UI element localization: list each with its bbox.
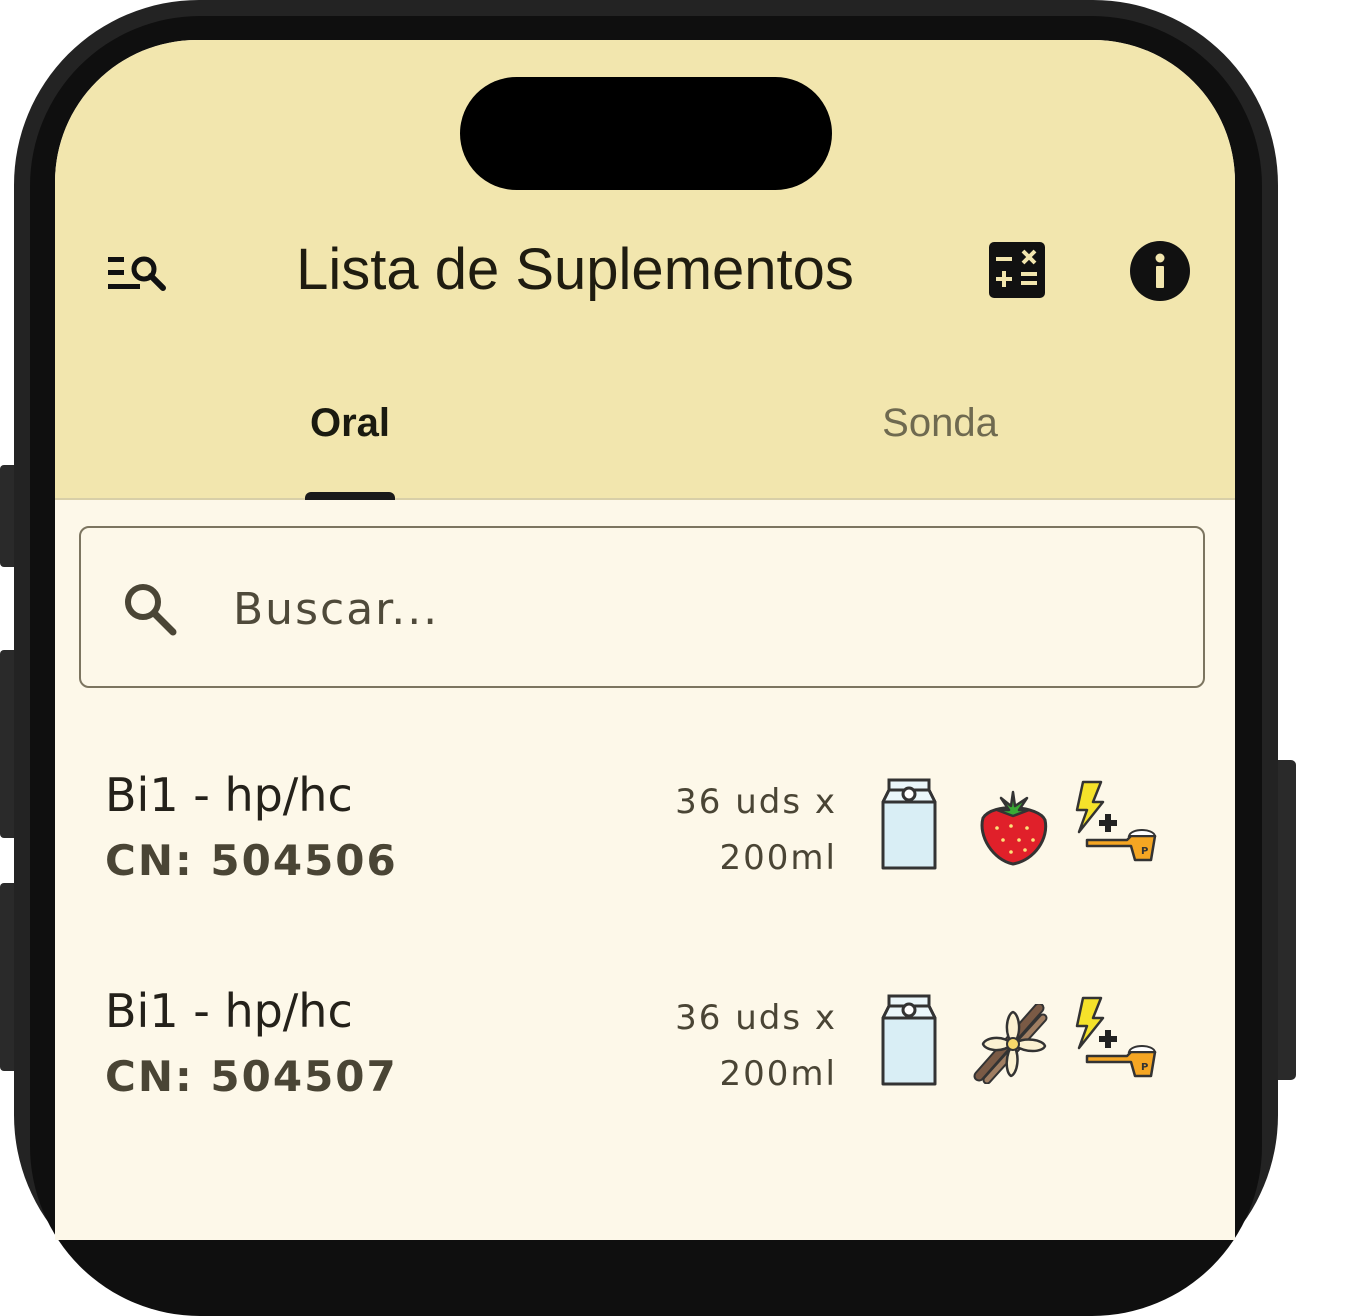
list-item[interactable]: Bi1 - hp/hc CN: 504507 36 uds x 200ml P bbox=[55, 976, 1235, 1176]
energy-protein-icon: P bbox=[1071, 780, 1163, 872]
calculator-icon[interactable] bbox=[987, 240, 1047, 300]
list-item[interactable]: Bi1 - hp/hc CN: 504506 36 uds x 200ml P bbox=[55, 760, 1235, 960]
tab-oral[interactable]: Oral bbox=[235, 390, 465, 456]
item-name: Bi1 - hp/hc bbox=[105, 984, 353, 1038]
app-screen: Lista de Suplementos Oral Sonda Buscar..… bbox=[55, 40, 1235, 1240]
item-quantity-units: 36 uds x bbox=[675, 782, 837, 822]
svg-text:P: P bbox=[1141, 1062, 1148, 1073]
search-icon bbox=[121, 580, 179, 638]
svg-text:P: P bbox=[1141, 846, 1148, 857]
strawberry-icon bbox=[973, 788, 1053, 868]
vanilla-icon bbox=[973, 1002, 1053, 1085]
item-quantity: 36 uds x 200ml bbox=[615, 774, 837, 886]
info-icon[interactable] bbox=[1129, 240, 1191, 302]
item-quantity-volume: 200ml bbox=[719, 838, 837, 878]
filter-search-icon[interactable] bbox=[103, 246, 175, 306]
carton-icon bbox=[881, 778, 937, 872]
phone-power-button bbox=[1276, 760, 1296, 1080]
tab-sonda[interactable]: Sonda bbox=[825, 390, 1055, 456]
energy-protein-icon: P bbox=[1071, 996, 1163, 1088]
carton-icon bbox=[881, 994, 937, 1088]
item-cn: CN: 504507 bbox=[105, 1052, 398, 1101]
item-name: Bi1 - hp/hc bbox=[105, 768, 353, 822]
item-quantity-volume: 200ml bbox=[719, 1054, 837, 1094]
app-bar: Lista de Suplementos Oral Sonda bbox=[55, 40, 1235, 500]
search-input[interactable] bbox=[231, 568, 1135, 650]
tab-indicator bbox=[305, 492, 395, 500]
page-title: Lista de Suplementos bbox=[296, 237, 854, 302]
item-quantity: 36 uds x 200ml bbox=[615, 990, 837, 1102]
dynamic-island bbox=[460, 77, 832, 190]
item-cn: CN: 504506 bbox=[105, 836, 398, 885]
item-quantity-units: 36 uds x bbox=[675, 998, 837, 1038]
search-field[interactable] bbox=[79, 526, 1205, 688]
